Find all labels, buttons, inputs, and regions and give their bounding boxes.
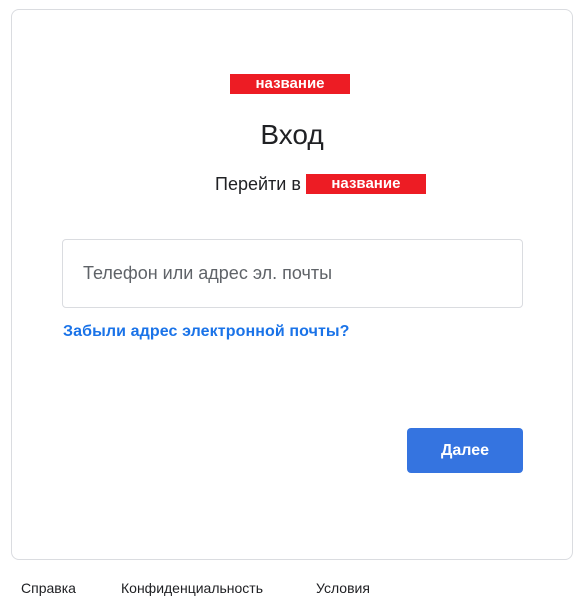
subtitle: Перейти в название [215,173,426,195]
brand-logo: название [230,74,350,94]
footer-privacy-link[interactable]: Конфиденциальность [121,580,263,596]
subtitle-text: Перейти в [215,173,301,194]
identifier-input[interactable] [63,240,522,307]
subtitle-brand-badge: название [305,174,426,194]
footer: Справка Конфиденциальность Условия [0,580,586,600]
signin-card: название Вход Перейти в название Забыли … [11,9,573,560]
footer-terms-link[interactable]: Условия [316,580,370,596]
footer-help-link[interactable]: Справка [21,580,76,596]
forgot-email-link[interactable]: Забыли адрес электронной почты? [63,323,350,341]
page-title: Вход [260,119,324,150]
next-button[interactable]: Далее [407,428,523,473]
identifier-field[interactable] [62,239,523,308]
